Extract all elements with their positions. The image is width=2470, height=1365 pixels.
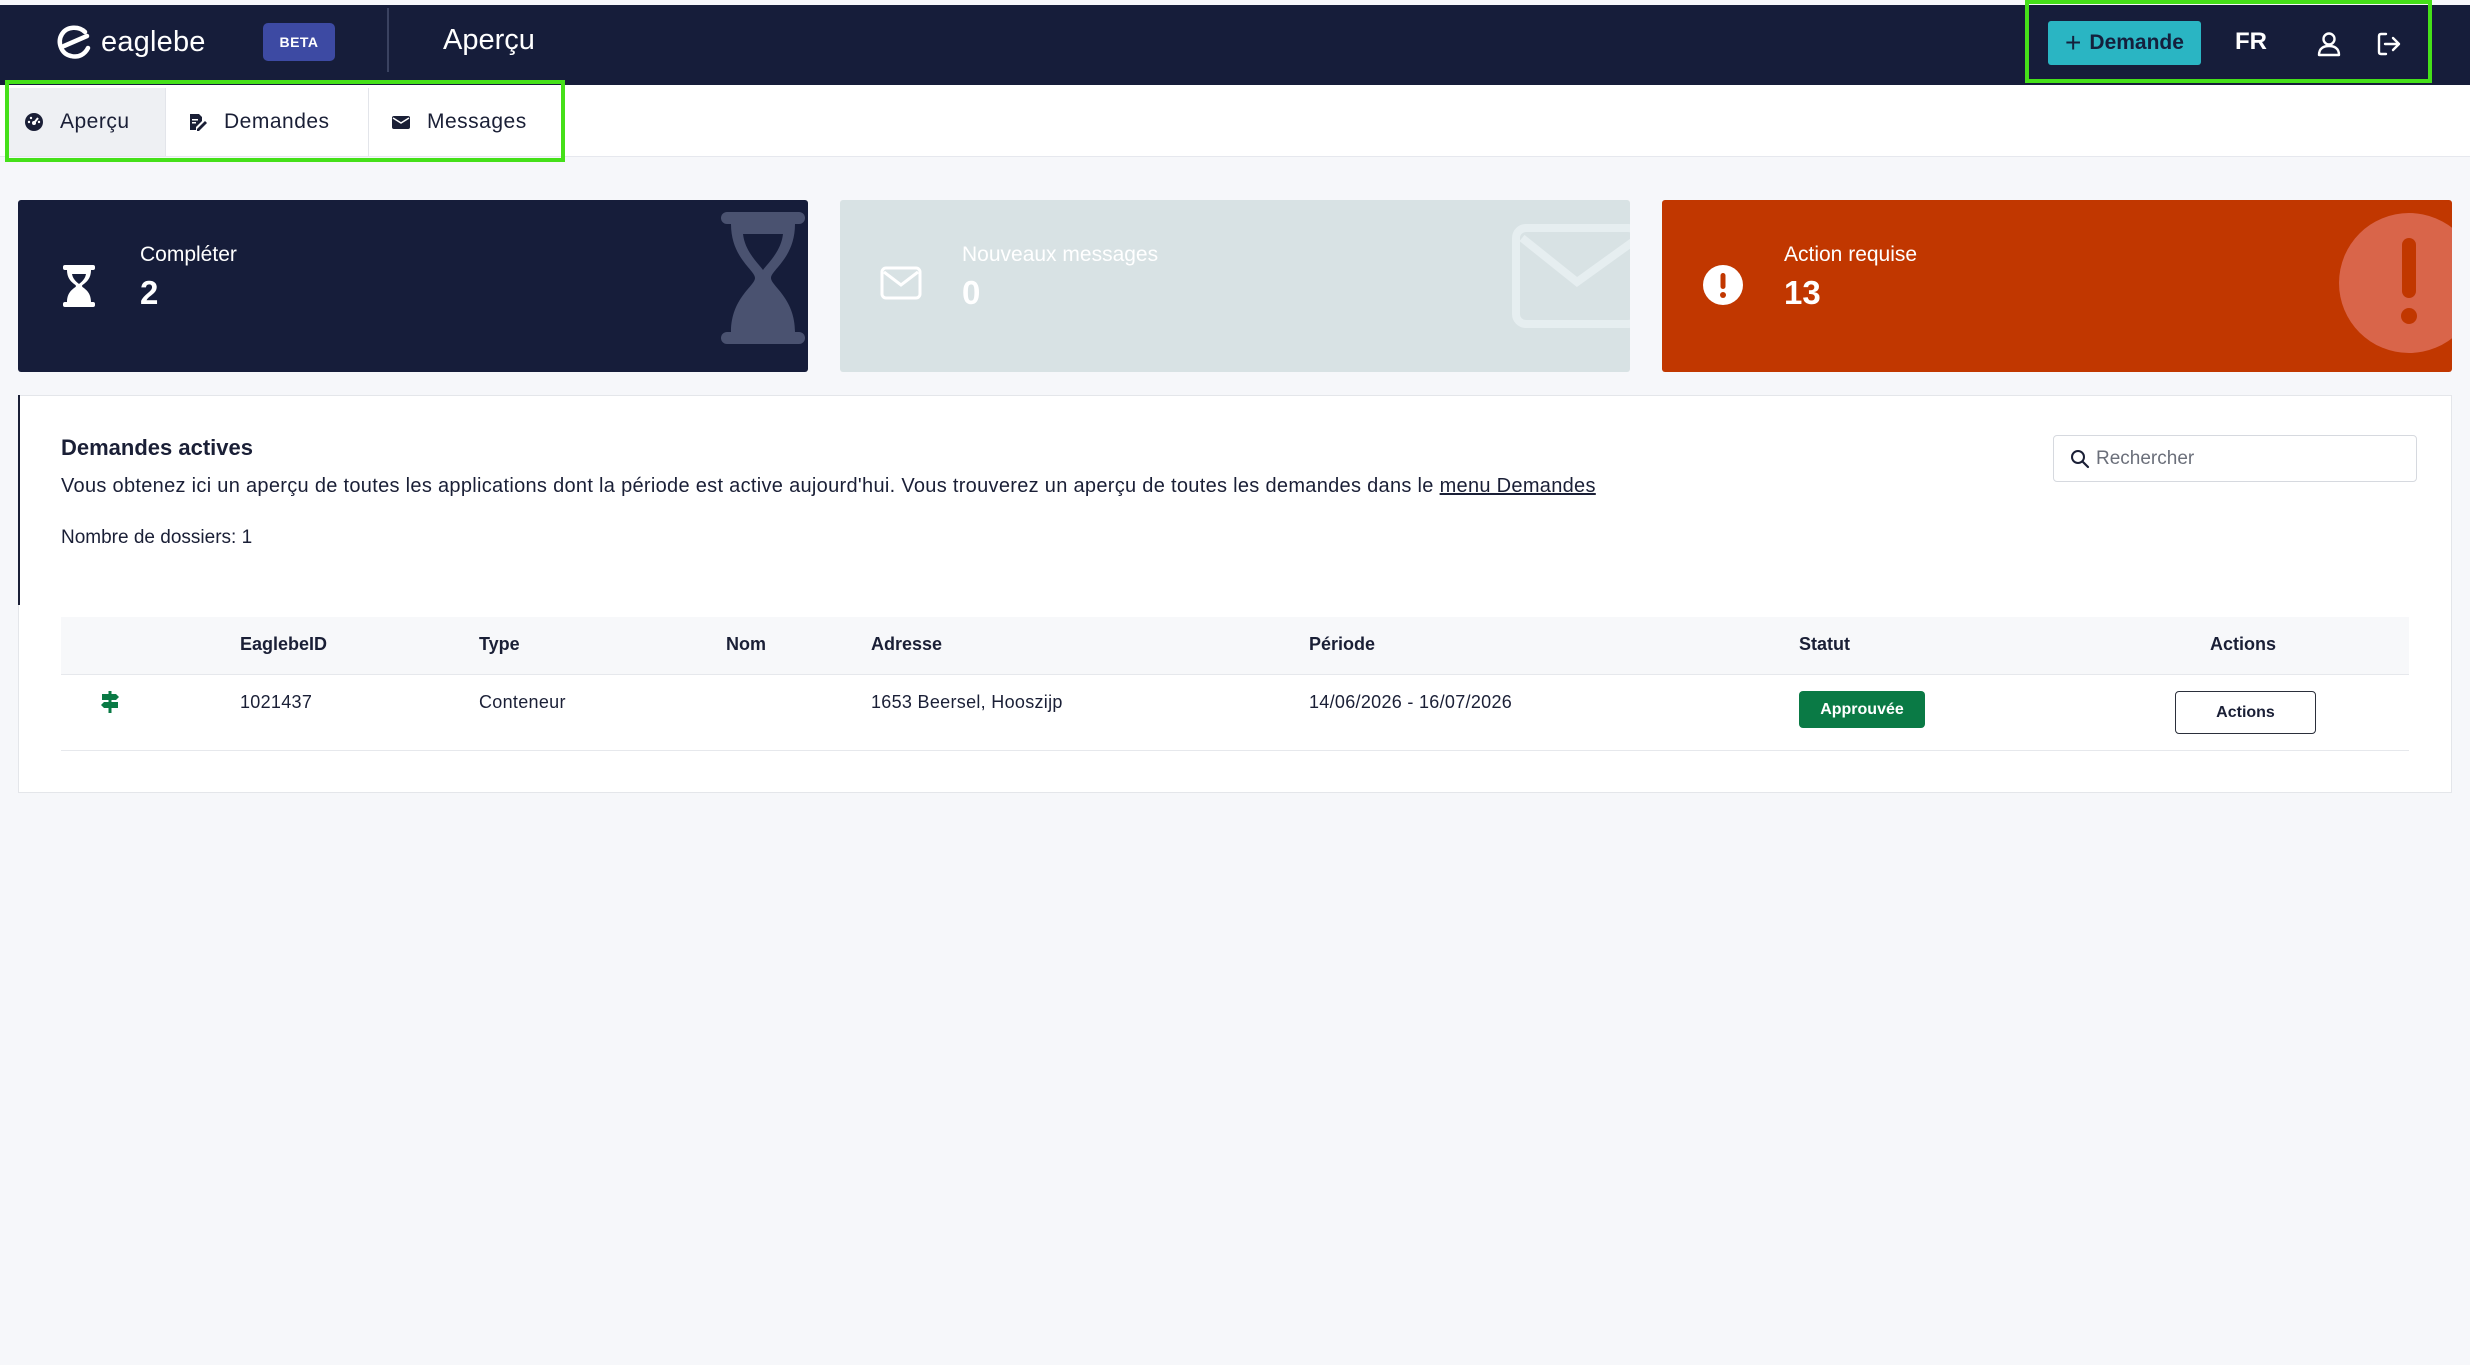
hourglass-bg-icon [721, 212, 805, 344]
search-input[interactable] [2096, 447, 2396, 470]
hourglass-icon [63, 265, 95, 307]
column-header-actions: Actions [2210, 634, 2277, 654]
logo[interactable]: eaglebe [55, 24, 206, 60]
cell-eaglebeid: 1021437 [240, 692, 313, 712]
column-header-address[interactable]: Adresse [871, 634, 942, 655]
cell-period: 14/06/2026 - 16/07/2026 [1309, 692, 1513, 712]
new-request-label: Demande [2089, 31, 2184, 54]
card-value: 2 [140, 274, 159, 311]
beta-badge: BETA [263, 23, 335, 61]
status-badge: Approuvée [1799, 691, 1925, 728]
row-actions-button[interactable]: Actions [2175, 691, 2316, 734]
column-header-status[interactable]: Statut [1799, 634, 1850, 655]
card-value: 13 [1784, 274, 1821, 311]
exclamation-circle-icon [1703, 265, 1743, 305]
card-label: Action requise [1784, 243, 1918, 266]
language-switch[interactable]: FR [2235, 28, 2267, 56]
requests-menu-link[interactable]: menu Demandes [1440, 475, 1596, 497]
logo-text: eaglebe [101, 25, 206, 58]
cell-address: 1653 Beersel, Hooszijp [871, 692, 1063, 712]
signpost-icon [101, 691, 119, 713]
card-action-required[interactable]: Action requise 13 [1662, 200, 2452, 372]
envelope-bg-icon [1512, 224, 1630, 328]
column-header-period[interactable]: Période [1309, 634, 1375, 655]
envelope-icon [880, 266, 922, 300]
card-value: 0 [962, 274, 981, 311]
tabs-highlight [5, 80, 565, 162]
exclamation-bg-icon [2339, 213, 2452, 353]
panel-title: Demandes actives [61, 435, 253, 460]
search-box[interactable] [2053, 435, 2417, 482]
column-header-eaglebeid[interactable]: EaglebeID [240, 634, 327, 655]
panel-description: Vous obtenez ici un aperçu de toutes les… [61, 475, 1596, 498]
card-label: Compléter [140, 243, 237, 266]
page-title: Aperçu [443, 24, 535, 56]
plus-icon: + [2065, 27, 2082, 58]
card-label: Nouveaux messages [962, 243, 1159, 266]
table-header [61, 617, 2409, 675]
card-new-messages[interactable]: Nouveaux messages 0 [840, 200, 1630, 372]
column-header-type[interactable]: Type [479, 634, 520, 655]
table-row[interactable] [61, 675, 2409, 751]
file-count: Nombre de dossiers: 1 [61, 527, 253, 548]
card-to-complete[interactable]: Compléter 2 [18, 200, 808, 372]
new-request-button[interactable]: + Demande [2048, 21, 2201, 65]
search-icon [2071, 449, 2090, 468]
panel-accent-border [18, 395, 20, 605]
user-icon[interactable] [2315, 30, 2343, 58]
panel-description-text: Vous obtenez ici un aperçu de toutes les… [61, 475, 1434, 497]
topbar-divider [387, 8, 389, 72]
column-header-name[interactable]: Nom [726, 634, 766, 655]
eaglebe-logo-icon [57, 25, 91, 59]
logout-icon[interactable] [2375, 30, 2403, 58]
cell-type: Conteneur [479, 692, 566, 712]
